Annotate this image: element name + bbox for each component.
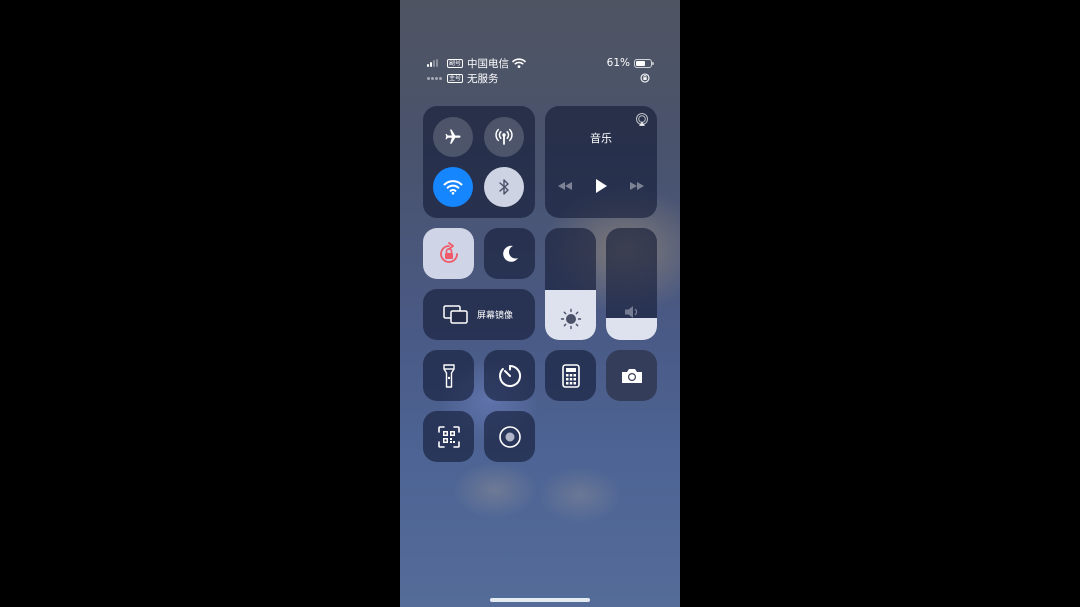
airplane-icon: [445, 129, 461, 144]
timer-icon: [498, 364, 521, 387]
calculator-button[interactable]: [545, 350, 596, 401]
carrier-name: 中国电信: [467, 57, 509, 70]
cellular-antenna-icon: [495, 128, 513, 145]
signal-strength-icon: [427, 59, 438, 67]
wifi-button[interactable]: [433, 167, 473, 207]
camera-icon: [621, 368, 642, 383]
connectivity-module: [423, 106, 535, 218]
home-indicator[interactable]: [490, 598, 590, 602]
control-center: 副号 中国电信 61% 主号 无服务 音乐 屏幕镜像: [400, 0, 680, 607]
calculator-icon: [561, 363, 580, 388]
camera-button[interactable]: [606, 350, 657, 401]
screen-mirroring-icon: [443, 305, 468, 324]
media-controls: [545, 178, 657, 194]
music-title: 音乐: [590, 132, 612, 145]
volume-icon-wrap: [606, 304, 657, 320]
volume-level: [606, 317, 657, 340]
brightness-slider[interactable]: [545, 228, 596, 340]
wifi-icon: [443, 180, 463, 195]
screen-mirroring-button[interactable]: 屏幕镜像: [423, 289, 535, 340]
qr-code-scanner-icon: [437, 425, 460, 448]
orientation-lock-icon: [439, 241, 458, 263]
music-module[interactable]: 音乐: [545, 106, 657, 218]
orientation-lock-button[interactable]: [423, 228, 474, 279]
volume-slider[interactable]: [606, 228, 657, 340]
sun-icon: [560, 308, 581, 330]
screen-recording-button[interactable]: [484, 411, 535, 462]
rewind-button[interactable]: [557, 178, 573, 194]
airplay-icon[interactable]: [635, 113, 649, 127]
sim2-tag: 主号: [447, 73, 464, 83]
sim1-tag: 副号: [447, 58, 464, 68]
bluetooth-button[interactable]: [484, 167, 524, 207]
moon-icon: [502, 245, 518, 262]
bluetooth-icon: [499, 179, 509, 195]
speaker-icon: [624, 306, 637, 318]
do-not-disturb-button[interactable]: [484, 228, 535, 279]
status-bar-secondary: 主号 无服务: [400, 71, 680, 85]
screen-recording-icon: [498, 425, 521, 448]
screen-mirroring-label: 屏幕镜像: [477, 310, 514, 321]
status-bar: 副号 中国电信 61%: [400, 56, 680, 70]
no-signal-dots: [427, 77, 442, 80]
orientation-lock-status-icon: [640, 73, 650, 83]
wifi-status-icon: [512, 58, 526, 68]
sim2-status: 无服务: [467, 72, 499, 85]
fast-forward-button[interactable]: [629, 178, 645, 194]
qr-code-scanner-button[interactable]: [423, 411, 474, 462]
cellular-data-button[interactable]: [484, 117, 524, 157]
play-button[interactable]: [593, 178, 609, 194]
flashlight-icon: [442, 363, 455, 388]
rewind-icon: [558, 182, 572, 190]
play-icon: [596, 179, 607, 193]
fast-forward-icon: [630, 182, 644, 190]
timer-button[interactable]: [484, 350, 535, 401]
battery-percent: 61%: [606, 57, 630, 69]
flashlight-button[interactable]: [423, 350, 474, 401]
brightness-icon-wrap: [545, 308, 596, 330]
battery-icon: [634, 58, 654, 68]
airplane-mode-button[interactable]: [433, 117, 473, 157]
